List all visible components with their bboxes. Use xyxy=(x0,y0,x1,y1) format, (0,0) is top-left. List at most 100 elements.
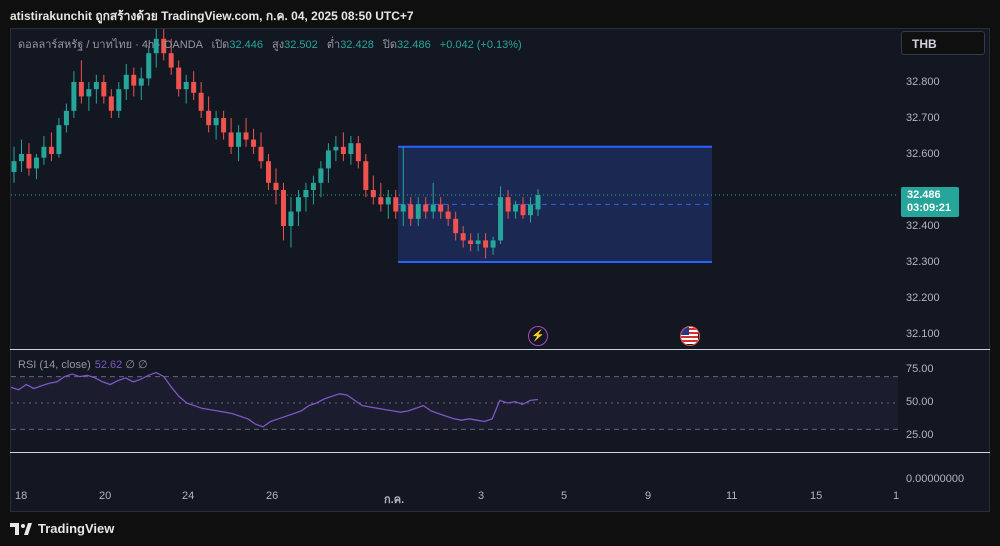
candle-body xyxy=(445,211,451,219)
current-price-value: 32.486 xyxy=(907,189,941,201)
candle-body xyxy=(475,240,481,244)
time-tick-label: 24 xyxy=(182,490,195,502)
close-value: 32.486 xyxy=(397,39,431,51)
candle-body xyxy=(123,74,129,90)
candle-body xyxy=(56,125,62,154)
currency-button[interactable]: THB xyxy=(901,31,985,55)
candle-body xyxy=(513,204,519,212)
candle-body xyxy=(48,146,54,154)
candle-body xyxy=(438,204,444,212)
rsi-tick-label: 50.00 xyxy=(906,396,934,408)
candle-body xyxy=(423,204,429,212)
candle-body xyxy=(535,195,541,210)
candle-body xyxy=(340,146,346,154)
change-value: +0.042 (+0.13%) xyxy=(439,39,522,51)
candle-body xyxy=(430,204,436,212)
low-label: ต่ำ xyxy=(326,39,341,51)
candle-body xyxy=(146,53,152,79)
candle-body xyxy=(93,82,99,90)
time-tick-label: 3 xyxy=(478,490,485,502)
low-value: 32.428 xyxy=(340,39,374,51)
time-tick-label: 9 xyxy=(645,490,652,502)
candle-body xyxy=(198,92,204,111)
price-tick-label: 32.300 xyxy=(906,256,940,268)
candle-body xyxy=(131,74,137,86)
rsi-legend: RSI (14, close) 52.62 ∅ ∅ xyxy=(18,358,148,371)
candle-body xyxy=(303,190,309,198)
tradingview-logo-icon xyxy=(10,522,32,535)
candle-body xyxy=(363,161,369,190)
rsi-label[interactable]: RSI (14, close) xyxy=(18,359,91,371)
candle-body xyxy=(41,146,47,158)
candle-body xyxy=(11,161,17,172)
candle-body xyxy=(138,78,144,86)
candle-body xyxy=(266,161,272,183)
candle-body xyxy=(453,218,459,234)
high-value: 32.502 xyxy=(284,39,318,51)
candle-body xyxy=(236,132,242,147)
candle-body xyxy=(168,53,174,68)
candle-body xyxy=(310,182,316,190)
candle-body xyxy=(385,197,391,205)
candle-body xyxy=(295,197,301,212)
rsi-tick-label: 25.00 xyxy=(906,429,934,441)
candle-body xyxy=(280,190,286,226)
candle-body xyxy=(63,110,69,126)
symbol-legend: ดอลลาร์สหรัฐ / บาทไทย · 4h · OANDA เปิด 3… xyxy=(18,35,522,53)
price-tick-label: 32.800 xyxy=(906,76,940,88)
candle-body xyxy=(355,143,361,162)
candle-body xyxy=(483,240,489,248)
candle-body xyxy=(221,118,227,133)
candle-body xyxy=(318,168,324,183)
high-label: สูง xyxy=(272,39,285,51)
price-tick-label: 32.200 xyxy=(906,292,940,304)
candle-body xyxy=(273,182,279,190)
candle-body xyxy=(251,139,257,147)
candle-body xyxy=(33,157,39,169)
time-tick-label: 11 xyxy=(726,490,738,502)
candle-body xyxy=(528,204,534,216)
time-tick-label: ก.ค. xyxy=(384,494,405,506)
time-tick-label: 15 xyxy=(810,490,823,502)
candle-body xyxy=(348,143,354,154)
time-tick-label: 1 xyxy=(893,490,900,502)
candle-body xyxy=(108,96,114,111)
candle-body xyxy=(415,204,421,219)
candle-body xyxy=(378,197,384,205)
candle-body xyxy=(408,204,414,219)
pane-separator[interactable] xyxy=(10,349,990,350)
candle-body xyxy=(393,197,399,212)
candle-body xyxy=(505,197,511,212)
price-tick-label: 32.400 xyxy=(906,220,940,232)
time-tick-label: 26 xyxy=(266,490,279,502)
candle-body xyxy=(460,233,466,241)
candle-body xyxy=(333,146,339,151)
candle-body xyxy=(243,132,249,140)
us-flag-event-icon[interactable] xyxy=(680,326,700,346)
pane-separator[interactable] xyxy=(10,452,990,453)
candle-body xyxy=(206,110,212,126)
candle-body xyxy=(258,146,264,162)
price-tick-label: 32.600 xyxy=(906,148,940,160)
candle-body xyxy=(370,190,376,198)
price-tick-label: 32.700 xyxy=(906,112,940,124)
candle-body xyxy=(26,154,32,169)
candle-body xyxy=(325,150,331,169)
lightning-event-icon[interactable]: ⚡ xyxy=(528,326,548,346)
open-label: เปิด xyxy=(211,39,230,51)
price-tick-label: 32.100 xyxy=(906,328,940,340)
close-label: ปิด xyxy=(382,39,398,51)
symbol-name[interactable]: ดอลลาร์สหรัฐ / บาทไทย · 4h · OANDA xyxy=(18,39,202,51)
chart-canvas[interactable] xyxy=(0,0,1000,546)
tradingview-logo[interactable]: TradingView xyxy=(10,521,114,536)
candle-body xyxy=(86,89,92,97)
footer: TradingView xyxy=(0,512,1000,546)
bar-countdown: 03:09:21 xyxy=(907,202,952,214)
candle-body xyxy=(18,154,24,162)
candle-body xyxy=(468,240,474,244)
candle-body xyxy=(520,204,526,216)
candle-body xyxy=(71,82,77,111)
rsi-tick-label: 0.00000000 xyxy=(906,473,965,485)
rsi-tick-label: 75.00 xyxy=(906,363,934,375)
candle-body xyxy=(78,82,84,97)
